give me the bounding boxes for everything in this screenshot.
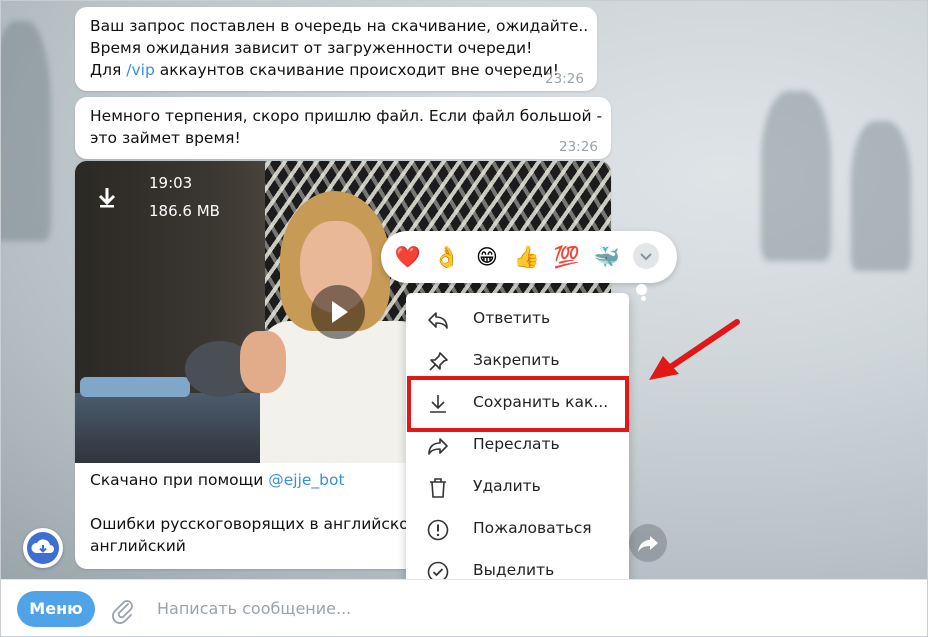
reaction-heart[interactable]: ❤️ [394,243,422,271]
download-arrow-icon[interactable] [97,186,117,213]
report-icon [427,519,449,541]
bot-link[interactable]: @ejje_bot [268,471,344,489]
menu-item-label: Пожаловаться [473,519,592,537]
share-icon[interactable] [629,524,667,562]
text-segment: Скачано при помощи [90,471,269,489]
reaction-thumbs-up[interactable]: 👍 [513,243,541,271]
video-person-hand [240,331,286,393]
message-line: Немного терпения, скоро пришлю файл. Есл… [90,107,603,125]
background-tree [851,121,911,271]
menu-item-label: Ответить [473,309,551,327]
highlight-box [407,376,629,432]
video-scene-basket [80,377,190,397]
reaction-grin[interactable]: 😁 [473,243,501,271]
message-line: Ваш запрос поставлен в очередь на скачив… [90,17,589,35]
cloud-download-icon [27,532,59,564]
red-arrow-annotation [649,319,740,380]
message-text: Ваш запрос поставлен в очередь на скачив… [90,15,588,81]
trash-icon [430,478,446,498]
menu-item-label: Переслать [473,435,560,453]
video-scene-table [75,393,275,463]
reaction-hundred[interactable]: 💯 [553,243,581,271]
play-button[interactable] [311,285,365,339]
context-menu: Ответить Закрепить Сохранить как... Пере… [406,293,629,597]
video-duration: 19:03 [149,174,193,192]
reaction-whale[interactable]: 🐳 [593,243,621,271]
pin-icon [429,352,448,371]
background-tree [1,21,51,241]
text-segment: Для [90,61,127,79]
reaction-bar: ❤️ 👌 😁 👍 💯 🐳 [381,231,677,283]
bot-menu-button[interactable]: Меню [17,591,95,627]
forward-icon [428,438,448,455]
reply-icon [428,312,448,329]
reaction-bubble-tail [636,284,647,295]
reaction-ok-hand[interactable]: 👌 [433,243,461,271]
reaction-bubble-tail [641,296,646,301]
menu-item-reply[interactable]: Ответить [406,299,629,341]
menu-item-label: Удалить [473,477,541,495]
message-time: 23:26 [545,71,584,87]
video-size: 186.6 MB [149,202,220,220]
video-caption: Скачано при помощи @ejje_bot [90,471,345,489]
message-input[interactable]: Написать сообщение... [157,599,351,618]
expand-reactions-button[interactable] [633,243,659,269]
message-bubble[interactable]: Ваш запрос поставлен в очередь на скачив… [75,7,597,91]
menu-item-delete[interactable]: Удалить [406,467,629,509]
message-bubble[interactable]: Немного терпения, скоро пришлю файл. Есл… [75,97,611,159]
telegram-window: Ваш запрос поставлен в очередь на скачив… [0,0,928,637]
vip-command-link[interactable]: /vip [126,61,155,79]
video-caption-line: английский [90,537,186,555]
message-line: это займет время! [90,129,241,147]
message-time: 23:26 [559,139,598,155]
menu-item-label: Выделить [473,561,555,579]
message-composer: Меню Написать сообщение... [1,579,927,636]
message-line: Время ожидания зависит от загруженности … [90,39,533,57]
background-tree [761,91,831,261]
video-caption-line: Ошибки русскоговорящих в английском [90,515,421,533]
bot-avatar[interactable] [23,528,63,568]
message-text: Немного терпения, скоро пришлю файл. Есл… [90,105,602,149]
video-person-shirt [260,321,430,463]
message-line: Для /vip аккаунтов скачивание происходит… [90,59,588,81]
text-segment: аккаунтов скачивание происходит вне очер… [154,61,560,79]
menu-item-report[interactable]: Пожаловаться [406,509,629,551]
attach-icon[interactable] [109,594,135,624]
menu-item-label: Закрепить [473,351,560,369]
chevron-down-icon [640,253,652,261]
